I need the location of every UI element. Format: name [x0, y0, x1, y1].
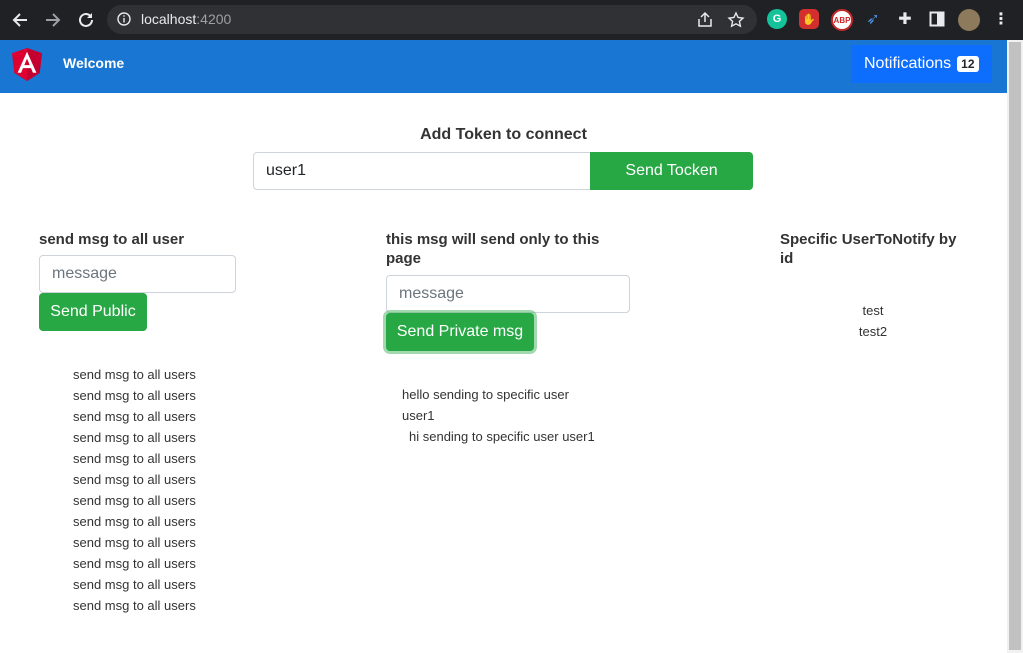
scrollbar-thumb[interactable]	[1009, 42, 1021, 650]
private-title-line2: page	[386, 250, 422, 267]
adblock-icon[interactable]: ABP	[831, 9, 853, 31]
public-message-item: send msg to all users	[73, 367, 196, 382]
notifications-count-badge: 12	[957, 56, 979, 72]
reload-icon[interactable]	[74, 8, 98, 32]
public-title: send msg to all user	[39, 231, 185, 248]
url-text: localhost:4200	[141, 11, 232, 27]
angular-logo-icon	[12, 48, 42, 81]
private-message-input[interactable]	[386, 275, 630, 313]
browser-toolbar: localhost:4200 G ✋ ABP ➶ ✚ ⋮	[0, 0, 1023, 40]
public-message-item: send msg to all users	[73, 493, 196, 508]
send-public-button[interactable]: Send Public	[39, 293, 147, 331]
share-icon[interactable]	[696, 11, 714, 29]
public-message-item: send msg to all users	[73, 598, 196, 613]
private-title: this msg will send only to this page	[386, 230, 599, 268]
extensions-icon[interactable]: ✚	[895, 9, 915, 29]
info-icon[interactable]	[117, 12, 131, 26]
send-private-button[interactable]: Send Private msg	[386, 313, 534, 351]
notifications-button[interactable]: Notifications 12	[851, 45, 992, 83]
private-message-item: user1	[402, 408, 435, 423]
public-message-item: send msg to all users	[73, 577, 196, 592]
specific-user-list: test test2	[780, 300, 966, 342]
brand-title[interactable]: Welcome	[63, 55, 124, 71]
public-message-item: send msg to all users	[73, 430, 196, 445]
specific-user-item: test	[862, 303, 884, 318]
token-input[interactable]	[253, 152, 591, 190]
public-message-item: send msg to all users	[73, 451, 196, 466]
token-title: Add Token to connect	[420, 126, 587, 143]
notifications-label: Notifications	[864, 55, 952, 72]
block-icon[interactable]: ✋	[799, 9, 819, 29]
public-message-item: send msg to all users	[73, 472, 196, 487]
send-token-button[interactable]: Send Tocken	[590, 152, 753, 190]
private-message-item: hi sending to specific user user1	[409, 429, 595, 444]
top-navbar: Welcome Notifications 12	[0, 40, 1007, 93]
public-message-item: send msg to all users	[73, 514, 196, 529]
public-message-item: send msg to all users	[73, 556, 196, 571]
feather-icon[interactable]: ➶	[863, 9, 883, 29]
specific-user-item: test2	[858, 324, 888, 339]
forward-icon[interactable]	[41, 8, 65, 32]
private-message-list: hello sending to specific user user1 hi …	[402, 384, 595, 447]
specific-title: Specific UserToNotify by id	[780, 230, 956, 268]
public-message-input[interactable]	[39, 255, 236, 293]
public-message-list: send msg to all users send msg to all use…	[73, 364, 196, 616]
private-title-line1: this msg will send only to this	[386, 231, 600, 248]
profile-avatar[interactable]	[958, 9, 980, 31]
back-icon[interactable]	[8, 8, 32, 32]
grammarly-icon[interactable]: G	[767, 9, 787, 29]
private-message-item: hello sending to specific user	[402, 387, 569, 402]
sidepanel-icon[interactable]	[927, 9, 947, 29]
address-bar[interactable]: localhost:4200	[107, 5, 757, 34]
specific-title-line1: Specific UserToNotify by	[780, 231, 957, 248]
star-icon[interactable]	[727, 11, 745, 29]
specific-title-line2: id	[780, 250, 794, 267]
public-message-item: send msg to all users	[73, 388, 196, 403]
page-scrollbar[interactable]	[1007, 40, 1023, 653]
public-message-item: send msg to all users	[73, 409, 196, 424]
public-message-item: send msg to all users	[73, 535, 196, 550]
menu-icon[interactable]: ⋮	[991, 9, 1011, 29]
